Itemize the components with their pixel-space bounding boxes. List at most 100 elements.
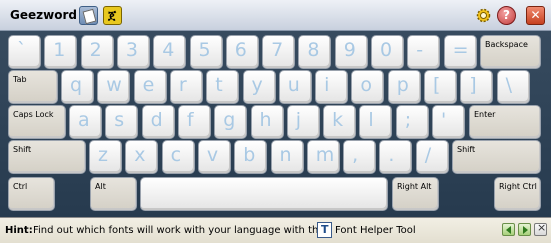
key-char: a	[78, 109, 90, 131]
key-11[interactable]: -	[407, 35, 441, 69]
key-\[interactable]: \	[496, 70, 530, 104]
key-label: Shift	[13, 145, 32, 154]
key-g[interactable]: g	[214, 105, 248, 139]
key-y[interactable]: y	[242, 70, 276, 104]
key-f[interactable]: f	[177, 105, 211, 139]
key-j[interactable]: j	[286, 105, 320, 139]
key-h[interactable]: h	[250, 105, 284, 139]
gear-icon[interactable]	[474, 6, 493, 25]
key-2[interactable]: 2	[80, 35, 114, 69]
key-char: 6	[234, 39, 247, 61]
key-10[interactable]: 0	[371, 35, 404, 69]
right-alt-key[interactable]: Right Alt	[392, 177, 439, 211]
hint-bar: Hint: Find out which fonts will work wit…	[0, 217, 551, 243]
next-hint-icon[interactable]	[518, 223, 531, 236]
key-8[interactable]: 8	[298, 35, 332, 69]
key-char: m	[315, 144, 335, 166]
backspace-key[interactable]: Backspace	[480, 35, 541, 69]
key-7[interactable]: 7	[262, 35, 296, 69]
enter-key[interactable]: Enter	[469, 105, 541, 139]
key-char: p	[396, 74, 409, 96]
key-x[interactable]: x	[125, 140, 159, 174]
key-v[interactable]: v	[197, 140, 231, 174]
key-t[interactable]: t	[206, 70, 240, 104]
key-.[interactable]: .	[379, 140, 413, 174]
key-12[interactable]: =	[443, 35, 477, 69]
shift-right-key[interactable]: Shift	[452, 140, 541, 174]
key-r[interactable]: r	[169, 70, 203, 104]
key-char: c	[170, 144, 182, 166]
help-icon[interactable]: ?	[497, 6, 516, 25]
document-icon[interactable]	[79, 6, 98, 25]
key-char: d	[150, 109, 163, 131]
key-c[interactable]: c	[161, 140, 195, 174]
space-key[interactable]	[140, 177, 388, 211]
key-d[interactable]: d	[141, 105, 175, 139]
key-a[interactable]: a	[69, 105, 102, 139]
key-char: 5	[198, 39, 211, 61]
key-char: e	[142, 74, 155, 96]
close-icon[interactable]: ✕	[526, 6, 545, 25]
key-5[interactable]: 5	[189, 35, 223, 69]
key-char: /	[424, 144, 432, 166]
key-char: -	[416, 39, 424, 61]
key-q[interactable]: q	[61, 70, 94, 104]
key-0[interactable]: `	[8, 35, 41, 69]
shift-left-key[interactable]: Shift	[8, 140, 86, 174]
key-k[interactable]: k	[323, 105, 357, 139]
hint-label: Hint:	[5, 225, 33, 236]
key-'[interactable]: '	[432, 105, 465, 139]
previous-hint-icon[interactable]	[502, 223, 515, 236]
key-/[interactable]: /	[415, 140, 449, 174]
tab-key[interactable]: Tab	[8, 70, 58, 104]
key-char: i	[324, 74, 330, 96]
key-m[interactable]: m	[306, 140, 340, 174]
key-,[interactable]: ,	[343, 140, 377, 174]
key-char: s	[114, 109, 125, 131]
key-6[interactable]: 6	[225, 35, 259, 69]
key-char: q	[70, 74, 83, 96]
key-char: 2	[89, 39, 102, 61]
close-hint-icon[interactable]	[534, 221, 547, 236]
ctrl-left-key[interactable]: Ctrl	[8, 177, 55, 211]
key-e[interactable]: e	[133, 70, 167, 104]
key-char: 4	[162, 39, 175, 61]
key-o[interactable]: o	[351, 70, 385, 104]
key-u[interactable]: u	[278, 70, 312, 104]
font-icon[interactable]	[103, 6, 122, 25]
key-3[interactable]: 3	[116, 35, 150, 69]
virtual-keyboard: ` 1 2 3 4 5 6 7 8 9 0 - = Backspace Tab q w e r t y u i o p [] \ Ca…	[0, 31, 551, 217]
key-char: z	[98, 144, 108, 166]
key-label: Shift	[457, 145, 476, 154]
key-label: Enter	[474, 110, 496, 119]
key-i[interactable]: i	[315, 70, 349, 104]
key-n[interactable]: n	[270, 140, 304, 174]
key-4[interactable]: 4	[153, 35, 187, 69]
font-helper-icon[interactable]	[317, 222, 332, 238]
key-w[interactable]: w	[97, 70, 131, 104]
key-;[interactable]: ;	[395, 105, 429, 139]
gear-icon-graphic	[476, 8, 491, 23]
key-label: Backspace	[485, 40, 528, 49]
key-char: w	[106, 74, 122, 96]
key-[[interactable]: [	[424, 70, 457, 104]
key-9[interactable]: 9	[334, 35, 368, 69]
key-char: g	[223, 109, 236, 131]
key-char: 9	[343, 39, 356, 61]
key-s[interactable]: s	[105, 105, 139, 139]
key-1[interactable]: 1	[44, 35, 78, 69]
title-bar: Geezword ? ✕	[0, 0, 551, 31]
right-ctrl-key[interactable]: Right Ctrl	[494, 177, 541, 211]
key-z[interactable]: z	[89, 140, 122, 174]
font-helper-tool-link[interactable]: Font Helper Tool	[335, 225, 416, 236]
key-b[interactable]: b	[234, 140, 268, 174]
key-l[interactable]: l	[359, 105, 393, 139]
key-label: Caps Lock	[13, 110, 54, 119]
key-char: r	[178, 74, 187, 96]
key-char: \	[505, 74, 512, 96]
key-char: h	[259, 109, 272, 131]
caps-lock-key[interactable]: Caps Lock	[8, 105, 66, 139]
key-p[interactable]: p	[387, 70, 421, 104]
alt-left-key[interactable]: Alt	[90, 177, 137, 211]
key-][interactable]: ]	[460, 70, 494, 104]
